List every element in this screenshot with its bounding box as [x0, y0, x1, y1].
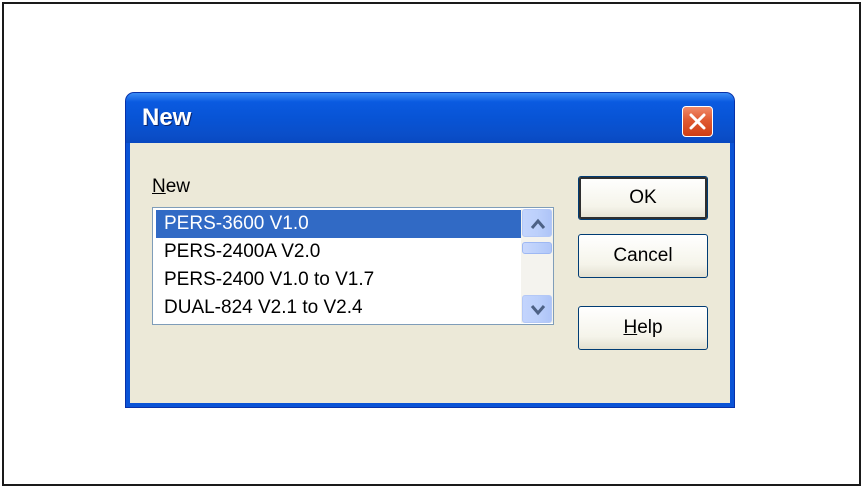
- help-mnemonic: H: [623, 317, 638, 338]
- scroll-thumb[interactable]: [522, 242, 552, 254]
- title-bar[interactable]: New: [126, 93, 734, 143]
- vertical-scrollbar[interactable]: [521, 209, 553, 323]
- dialog-client-area: New PERS-3600 V1.0 PERS-2400A V2.0 PERS-…: [130, 143, 730, 403]
- close-button[interactable]: [682, 106, 713, 137]
- help-label-rest: elp: [637, 317, 663, 338]
- list-label-rest: ew: [165, 176, 191, 197]
- scroll-up-button[interactable]: [522, 209, 552, 237]
- list-label-mnemonic: N: [152, 176, 166, 197]
- new-dialog: New New PERS-3600 V1.0 PERS-2400A V2.0 P…: [126, 93, 734, 407]
- ok-button[interactable]: OK: [578, 176, 708, 220]
- list-item[interactable]: PERS-2400 V1.0 to V1.7: [156, 266, 521, 294]
- dialog-title: New: [142, 104, 192, 131]
- list-item[interactable]: PERS-3600 V1.0: [156, 210, 521, 238]
- chevron-down-icon: [530, 305, 546, 316]
- chevron-up-icon: [530, 218, 546, 229]
- device-listbox[interactable]: PERS-3600 V1.0 PERS-2400A V2.0 PERS-2400…: [152, 207, 554, 325]
- close-icon: [689, 113, 706, 130]
- scroll-down-button[interactable]: [522, 295, 552, 323]
- list-label: New: [152, 176, 190, 198]
- help-button[interactable]: Help: [578, 306, 708, 350]
- list-item[interactable]: PERS-2400A V2.0: [156, 238, 521, 266]
- list-item[interactable]: DUAL-824 V2.1 to V2.4: [156, 294, 521, 322]
- cancel-button[interactable]: Cancel: [578, 234, 708, 278]
